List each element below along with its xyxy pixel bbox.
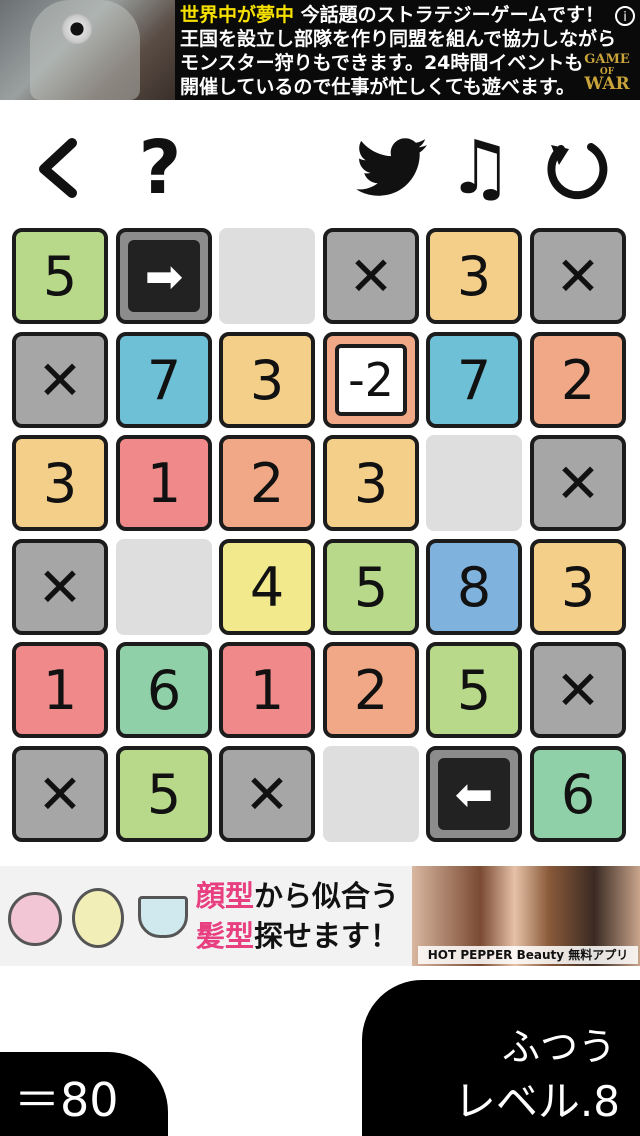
- number-cell[interactable]: 8: [426, 539, 522, 635]
- arrow-right-cell[interactable]: ➡: [116, 228, 212, 324]
- arrow-right-icon: ➡: [128, 240, 200, 312]
- back-button[interactable]: [16, 128, 96, 208]
- ad-info-icon[interactable]: i: [615, 6, 635, 26]
- game-of-war-logo: GAME OF WAR: [584, 52, 630, 94]
- blocked-cell-x-icon[interactable]: ✕: [12, 332, 108, 428]
- number-cell[interactable]: 1: [12, 642, 108, 738]
- music-note-icon: ♫: [446, 125, 514, 211]
- number-cell[interactable]: 3: [323, 435, 419, 531]
- number-cell[interactable]: 2: [530, 332, 626, 428]
- ad-line4: 開催しているので仕事が忙しくても遊べます。: [180, 76, 576, 98]
- restart-button[interactable]: [536, 128, 616, 208]
- number-cell[interactable]: 6: [116, 642, 212, 738]
- empty-cell[interactable]: [116, 539, 212, 635]
- number-cell[interactable]: 2: [323, 642, 419, 738]
- number-cell[interactable]: 2: [219, 435, 315, 531]
- help-button[interactable]: ?: [120, 125, 200, 211]
- arrow-left-cell[interactable]: ⬅: [426, 746, 522, 842]
- bottom-ad-banner[interactable]: 顔型から似合う 髪型探せます！ HOT PEPPER Beauty 無料アプリ: [0, 866, 640, 966]
- arrow-left-icon: ⬅: [438, 758, 510, 830]
- shield-shape-icon: [138, 896, 188, 938]
- cell-value: -2: [335, 344, 407, 416]
- restart-icon: [547, 143, 608, 200]
- sound-button[interactable]: ♫: [440, 125, 520, 211]
- ad-line2: 王国を設立し部隊を作り同盟を組んで協力しながら: [180, 28, 617, 50]
- empty-cell[interactable]: [219, 228, 315, 324]
- ad-line1: 今話題のストラテジーゲームです！: [294, 4, 605, 26]
- number-cell[interactable]: 7: [116, 332, 212, 428]
- blocked-cell-x-icon[interactable]: ✕: [323, 228, 419, 324]
- top-ad-banner[interactable]: 世界中が夢中 今話題のストラテジーゲームです！ 王国を設立し部隊を作り同盟を組ん…: [0, 0, 640, 100]
- score-label: ＝80: [14, 1073, 119, 1127]
- blocked-cell-x-icon[interactable]: ✕: [530, 435, 626, 531]
- ad-line3: モンスター狩りもできます。24時間イベントも: [180, 52, 584, 74]
- puzzle-grid: 5 ➡ ✕ 3 ✕ ✕ 7 3 -2 7 2 3 1 2 3 ✕ ✕ 4 5 8 3 1 6 1 2 5 ✕ ✕ 5 ✕ ⬅ 6: [12, 228, 628, 846]
- number-cell[interactable]: 3: [426, 228, 522, 324]
- number-cell[interactable]: 4: [219, 539, 315, 635]
- ad-copy: 顔型から似合う 髪型探せます！: [196, 879, 400, 953]
- number-cell[interactable]: 3: [219, 332, 315, 428]
- ad-monster-image: [0, 0, 175, 100]
- empty-cell[interactable]: [426, 435, 522, 531]
- twitter-bird-icon: [356, 138, 427, 196]
- negative-number-cell[interactable]: -2: [323, 332, 419, 428]
- number-cell[interactable]: 5: [323, 539, 419, 635]
- number-cell[interactable]: 5: [12, 228, 108, 324]
- level-label: レベル.8: [453, 1077, 620, 1126]
- ad-highlight: 世界中が夢中: [180, 4, 295, 26]
- number-cell[interactable]: 7: [426, 332, 522, 428]
- blocked-cell-x-icon[interactable]: ✕: [12, 746, 108, 842]
- difficulty-label: ふつう: [501, 1025, 616, 1069]
- chevron-left-icon: [39, 138, 77, 198]
- ad-brand: HOT PEPPER Beauty 無料アプリ: [418, 946, 638, 964]
- blocked-cell-x-icon[interactable]: ✕: [530, 228, 626, 324]
- ad-text: 世界中が夢中 今話題のストラテジーゲームです！ 王国を設立し部隊を作り同盟を組ん…: [180, 3, 620, 99]
- number-cell[interactable]: 3: [12, 435, 108, 531]
- number-cell[interactable]: 1: [116, 435, 212, 531]
- empty-cell[interactable]: [323, 746, 419, 842]
- blocked-cell-x-icon[interactable]: ✕: [530, 642, 626, 738]
- number-cell[interactable]: 6: [530, 746, 626, 842]
- number-cell[interactable]: 1: [219, 642, 315, 738]
- number-cell[interactable]: 5: [426, 642, 522, 738]
- twitter-share-button[interactable]: [352, 128, 432, 208]
- oval-shape-icon: [72, 888, 124, 948]
- number-cell[interactable]: 3: [530, 539, 626, 635]
- number-cell[interactable]: 5: [116, 746, 212, 842]
- circle-shape-icon: [8, 892, 62, 946]
- blocked-cell-x-icon[interactable]: ✕: [12, 539, 108, 635]
- blocked-cell-x-icon[interactable]: ✕: [219, 746, 315, 842]
